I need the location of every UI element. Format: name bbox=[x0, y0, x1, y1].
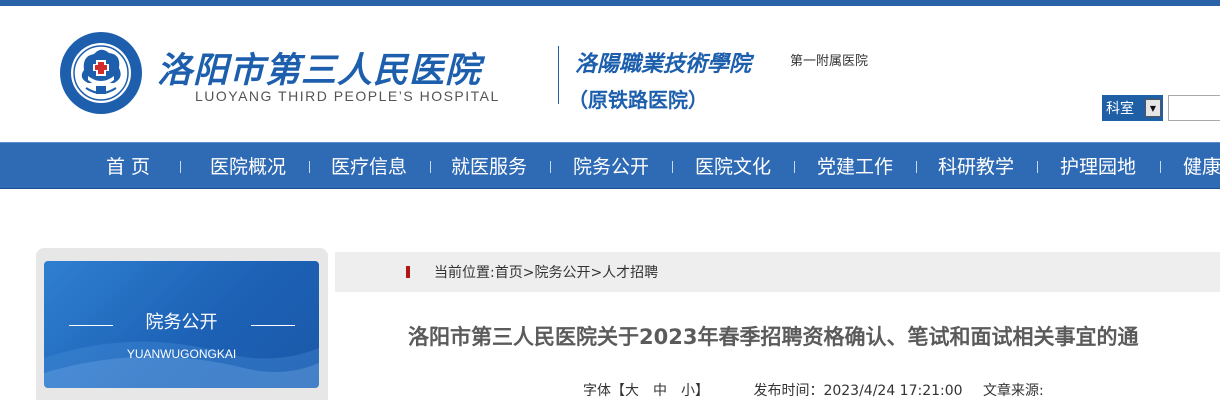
breadcrumb: 当前位置:首页>院务公开>人才招聘 bbox=[335, 252, 1220, 292]
search-input[interactable] bbox=[1168, 95, 1220, 121]
sidebar-banner: 院务公开 YUANWUGONGKAI bbox=[44, 261, 319, 388]
header: 洛阳市第三人民医院 LUOYANG THIRD PEOPLE’S HOSPITA… bbox=[0, 6, 1220, 142]
hospital-logo-icon[interactable] bbox=[58, 30, 144, 116]
nav-separator bbox=[430, 161, 431, 173]
department-select-value: 科室 bbox=[1106, 101, 1134, 117]
hospital-name-english: LUOYANG THIRD PEOPLE’S HOSPITAL bbox=[195, 88, 500, 104]
nav-separator bbox=[916, 161, 917, 173]
nav-item-research[interactable]: 科研教学 bbox=[938, 152, 1014, 179]
article-meta: 字体【大 中 小】 发布时间：2023/4/24 17:21:00 文章来源: bbox=[583, 380, 1044, 400]
nav-separator bbox=[309, 161, 310, 173]
article-source: 文章来源: bbox=[983, 383, 1044, 399]
college-name: 洛陽職業技術學院 bbox=[575, 51, 752, 77]
nav-item-services[interactable]: 就医服务 bbox=[451, 152, 527, 179]
publish-time: 发布时间：2023/4/24 17:21:00 bbox=[753, 383, 963, 399]
former-name: （原铁路医院） bbox=[568, 88, 708, 112]
dropdown-arrow-icon[interactable]: ▼ bbox=[1145, 99, 1161, 117]
nav-item-overview[interactable]: 医院概况 bbox=[210, 152, 286, 179]
nav-separator bbox=[1037, 161, 1038, 173]
nav-item-nursing[interactable]: 护理园地 bbox=[1060, 152, 1136, 179]
title-rule-right bbox=[251, 325, 295, 326]
nav-separator bbox=[550, 161, 551, 173]
article-title: 洛阳市第三人民医院关于2023年春季招聘资格确认、笔试和面试相关事宜的通 bbox=[408, 325, 1139, 349]
sidebar-subtitle: YUANWUGONGKAI bbox=[126, 347, 237, 361]
nav-item-home[interactable]: 首 页 bbox=[106, 152, 150, 179]
sidebar-title: 院务公开 bbox=[145, 312, 218, 333]
nav-item-affairs[interactable]: 院务公开 bbox=[573, 152, 649, 179]
nav-separator bbox=[1160, 161, 1161, 173]
affiliate-label: 第一附属医院 bbox=[790, 54, 869, 69]
nav-item-culture[interactable]: 医院文化 bbox=[695, 152, 771, 179]
breadcrumb-text[interactable]: 当前位置:首页>院务公开>人才招聘 bbox=[434, 262, 658, 282]
page: 洛阳市第三人民医院 LUOYANG THIRD PEOPLE’S HOSPITA… bbox=[0, 0, 1220, 400]
logo-divider bbox=[558, 46, 559, 104]
hospital-name[interactable]: 洛阳市第三人民医院 bbox=[157, 42, 481, 93]
nav-item-health[interactable]: 健康 bbox=[1183, 152, 1220, 179]
font-size-control[interactable]: 字体【大 中 小】 bbox=[583, 383, 709, 399]
nav-item-party[interactable]: 党建工作 bbox=[817, 152, 893, 179]
department-select[interactable]: 科室 ▼ bbox=[1102, 95, 1163, 121]
breadcrumb-marker-icon bbox=[406, 266, 410, 278]
nav-separator bbox=[672, 161, 673, 173]
nav-item-medical-info[interactable]: 医疗信息 bbox=[331, 152, 407, 179]
main-nav: 首 页 医院概况 医疗信息 就医服务 院务公开 医院文化 党建工作 科研教学 护… bbox=[0, 142, 1220, 189]
nav-separator bbox=[180, 161, 181, 173]
nav-separator bbox=[794, 161, 795, 173]
